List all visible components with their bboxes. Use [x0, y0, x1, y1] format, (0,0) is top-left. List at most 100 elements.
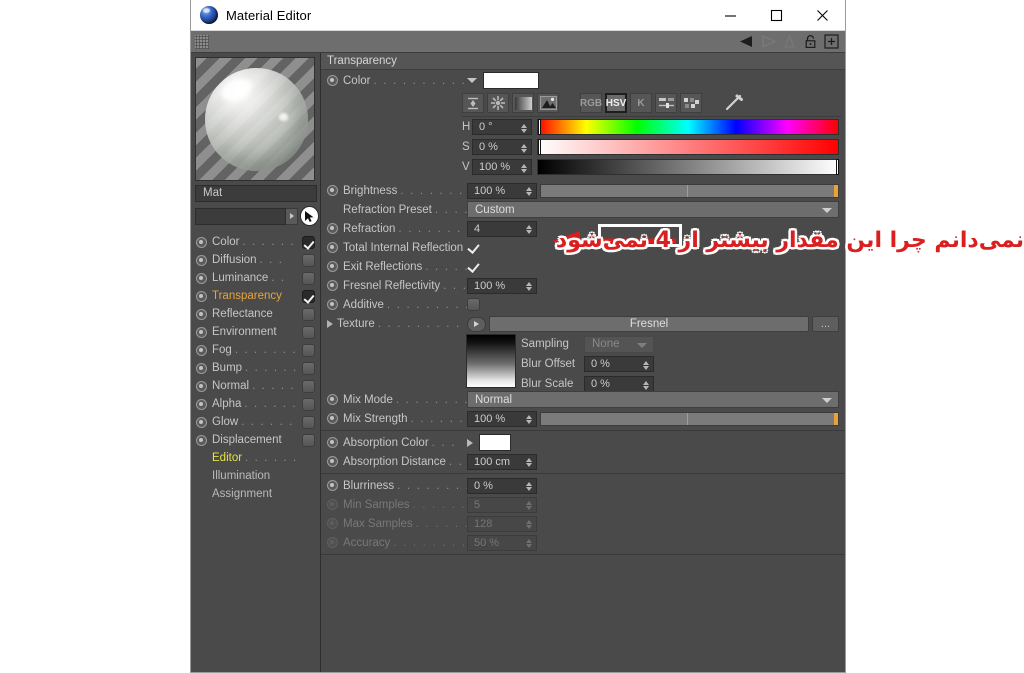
absorption-color-radio[interactable] — [327, 437, 338, 448]
brightness-spinner[interactable] — [526, 184, 532, 200]
channel-radio[interactable] — [196, 434, 207, 446]
s-spinner[interactable] — [521, 140, 527, 156]
exit-reflections-radio[interactable] — [327, 261, 338, 272]
additive-checkbox[interactable] — [467, 298, 480, 311]
blurriness-spinner[interactable] — [526, 479, 532, 495]
channel-checkbox[interactable] — [302, 253, 315, 267]
fresnel-reflectivity-field[interactable]: 100 % — [467, 277, 537, 295]
channel-item-glow[interactable]: Glow. . . . . . . — [196, 413, 320, 431]
channel-item-fog[interactable]: Fog. . . . . . . . — [196, 341, 320, 359]
accuracy-field[interactable]: 50 % — [467, 534, 537, 552]
total-internal-reflection-radio[interactable] — [327, 242, 338, 253]
chevron-right-icon[interactable] — [286, 207, 298, 225]
h-spinner[interactable] — [521, 120, 527, 136]
max-samples-field[interactable]: 128 — [467, 515, 537, 532]
hue-bar[interactable] — [537, 119, 839, 135]
kelvin-mode-button[interactable]: K — [630, 93, 652, 113]
lock-icon[interactable] — [801, 33, 820, 51]
absorption-color-swatch[interactable] — [479, 434, 511, 451]
v-spinner[interactable] — [521, 160, 527, 176]
texture-thumbnail[interactable] — [466, 334, 516, 388]
mix-strength-slider[interactable] — [540, 411, 839, 426]
max-samples-radio[interactable] — [327, 518, 338, 529]
min-samples-radio[interactable] — [327, 499, 338, 510]
pick-cursor-icon[interactable] — [299, 206, 320, 226]
absorption-distance-field[interactable]: 100 cm — [467, 453, 537, 470]
h-field[interactable]: 0 ° — [472, 119, 532, 135]
search-input[interactable] — [195, 207, 287, 225]
sampling-dropdown[interactable]: None — [584, 335, 654, 353]
channel-checkbox[interactable] — [302, 235, 315, 249]
channel-radio[interactable] — [196, 362, 207, 374]
channel-radio[interactable] — [196, 380, 207, 392]
channel-radio[interactable] — [196, 308, 207, 320]
eyedrop-range-icon[interactable] — [462, 93, 484, 113]
channel-radio[interactable] — [196, 416, 207, 428]
absorption-distance-radio[interactable] — [327, 456, 338, 467]
sidebar-item-editor[interactable]: Editor. . . . . . — [196, 449, 320, 467]
channel-radio[interactable] — [196, 254, 207, 266]
channel-item-diffusion[interactable]: Diffusion. . . — [196, 251, 320, 269]
channel-item-normal[interactable]: Normal. . . . . — [196, 377, 320, 395]
channel-checkbox[interactable] — [302, 307, 315, 321]
sidebar-item-illumination[interactable]: Illumination — [196, 467, 320, 485]
channel-checkbox[interactable] — [302, 397, 315, 411]
texture-more-button[interactable]: ... — [812, 316, 839, 332]
image-picker-icon[interactable] — [537, 93, 559, 113]
value-bar[interactable] — [537, 159, 839, 175]
channel-item-color[interactable]: Color. . . . . . — [196, 233, 320, 251]
channel-item-bump[interactable]: Bump. . . . . . — [196, 359, 320, 377]
channel-radio[interactable] — [196, 398, 207, 410]
close-icon[interactable] — [799, 0, 845, 31]
add-icon[interactable] — [822, 33, 841, 51]
channel-item-environment[interactable]: Environment — [196, 323, 320, 341]
texture-name[interactable]: Fresnel — [489, 316, 809, 332]
mix-mode-dropdown[interactable]: Normal — [467, 391, 839, 408]
brightness-radio[interactable] — [327, 185, 338, 196]
min-samples-field[interactable]: 5 — [467, 496, 537, 514]
mix-strength-field[interactable]: 100 % — [467, 410, 537, 427]
eyedropper-icon[interactable] — [723, 93, 745, 113]
channel-item-transparency[interactable]: Transparency — [196, 287, 320, 305]
minimize-icon[interactable] — [707, 0, 753, 31]
play-back-icon[interactable] — [738, 33, 757, 51]
maximize-icon[interactable] — [753, 0, 799, 31]
exit-reflections-checkbox[interactable] — [467, 260, 480, 273]
channel-checkbox[interactable] — [302, 415, 315, 429]
channel-radio[interactable] — [196, 344, 207, 356]
channel-checkbox[interactable] — [302, 361, 315, 375]
channel-radio[interactable] — [196, 290, 207, 302]
hsv-mode-button[interactable]: HSV — [605, 93, 627, 113]
accuracy-spinner[interactable] — [526, 536, 532, 552]
fresnel-reflectivity-spinner[interactable] — [526, 279, 532, 295]
channel-radio[interactable] — [196, 272, 207, 284]
material-name-field[interactable]: Mat — [195, 185, 317, 202]
channel-radio[interactable] — [196, 236, 207, 248]
channel-checkbox[interactable] — [302, 325, 315, 339]
channel-checkbox[interactable] — [302, 343, 315, 357]
blurriness-field[interactable]: 0 % — [467, 477, 537, 495]
refraction-radio[interactable] — [327, 223, 338, 234]
swatches-icon[interactable] — [680, 93, 702, 113]
min-samples-spinner[interactable] — [526, 498, 532, 514]
mix-strength-radio[interactable] — [327, 413, 338, 424]
channel-item-displacement[interactable]: Displacement — [196, 431, 320, 449]
brightness-slider[interactable] — [540, 183, 839, 198]
channel-checkbox[interactable] — [302, 379, 315, 393]
absorption-color-expand-icon[interactable] — [467, 438, 473, 447]
channel-checkbox[interactable] — [302, 271, 315, 285]
material-preview[interactable] — [195, 57, 315, 181]
channel-checkbox[interactable] — [302, 433, 315, 447]
channel-radio[interactable] — [196, 326, 207, 338]
additive-radio[interactable] — [327, 299, 338, 310]
cone-icon[interactable] — [780, 33, 799, 51]
sliders-icon[interactable] — [655, 93, 677, 113]
channel-item-alpha[interactable]: Alpha. . . . . . — [196, 395, 320, 413]
blur-offset-field[interactable]: 0 % — [584, 356, 654, 372]
brightness-field[interactable]: 100 % — [467, 182, 537, 200]
channel-item-luminance[interactable]: Luminance. . — [196, 269, 320, 287]
color-swatch[interactable] — [483, 72, 539, 89]
gradient-icon[interactable] — [512, 93, 534, 113]
v-field[interactable]: 100 % — [472, 159, 532, 175]
drag-grip[interactable] — [195, 34, 209, 49]
